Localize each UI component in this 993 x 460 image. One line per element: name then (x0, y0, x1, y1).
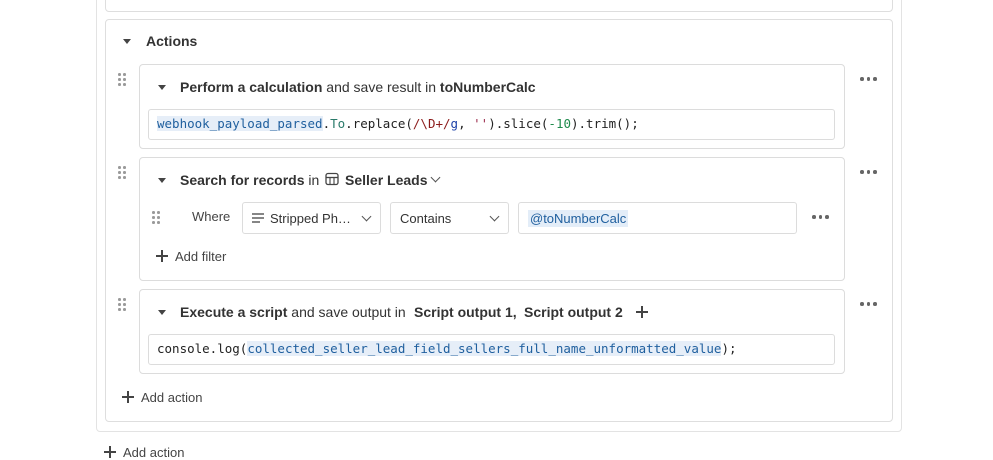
collapse-script-icon[interactable] (158, 310, 166, 315)
script-heading: Execute a script and save output in (180, 304, 406, 320)
code-variable-token: webhook_payload_parsed (157, 116, 323, 131)
filter-field-value: Stripped Ph… (270, 211, 351, 226)
drag-handle-icon[interactable] (118, 298, 128, 312)
script-output-1[interactable]: Script output 1, (414, 304, 517, 320)
filter-field-select[interactable]: Stripped Ph… (242, 202, 381, 234)
calculation-target-variable[interactable]: toNumberCalc (440, 79, 536, 95)
script-output-2[interactable]: Script output 2 (524, 304, 623, 320)
code-call: ); (721, 341, 737, 356)
calculation-code-editor[interactable]: webhook_payload_parsed.To.replace(/\D+/g… (148, 109, 835, 140)
filter-value-variable-token: @toNumberCalc (528, 210, 629, 227)
code-punct: . (322, 116, 331, 131)
code-call: console.log( (157, 341, 248, 356)
code-comma: , (458, 116, 474, 131)
filter-where-label: Where (192, 209, 231, 224)
filter-value-input[interactable]: @toNumberCalc (518, 202, 797, 234)
add-filter-button[interactable]: Add filter (175, 249, 226, 264)
code-variable-token: collected_seller_lead_field_sellers_full… (247, 341, 722, 356)
bottom-add-button[interactable]: Add action (123, 445, 184, 460)
add-output-plus-icon[interactable] (636, 306, 648, 318)
code-call: .replace( (345, 116, 413, 131)
filter-more-icon[interactable] (812, 215, 830, 221)
code-number-token: -10 (548, 116, 571, 131)
search-more-icon[interactable] (860, 170, 878, 176)
script-more-icon[interactable] (860, 302, 878, 308)
actions-section-title: Actions (146, 33, 198, 49)
add-action-button[interactable]: Add action (141, 390, 202, 405)
add-filter-plus-icon[interactable] (156, 250, 168, 262)
calculation-heading-title: Perform a calculation (180, 79, 323, 95)
collapse-search-icon[interactable] (158, 178, 166, 183)
script-heading-title: Execute a script (180, 304, 288, 320)
code-call: ).trim(); (571, 116, 639, 131)
filter-operator-select[interactable]: Contains (390, 202, 509, 234)
field-chevron-down-icon (361, 211, 372, 222)
code-string-token: '' (473, 116, 489, 131)
script-heading-mid: and save output in (291, 304, 406, 320)
code-regex-flag-token: g (450, 116, 459, 131)
code-regex-token: /\D+/ (412, 116, 451, 131)
filter-drag-handle-icon[interactable] (152, 211, 162, 225)
calculation-heading-mid: and save result in (326, 79, 437, 95)
search-heading: Search for records in (180, 172, 319, 188)
search-heading-mid: in (308, 172, 320, 188)
calculation-heading: Perform a calculation and save result in… (180, 79, 536, 95)
collapse-calculation-icon[interactable] (158, 85, 166, 90)
operator-chevron-down-icon (489, 211, 500, 222)
text-field-icon (252, 213, 264, 223)
search-table-selector[interactable]: Seller Leads (345, 172, 428, 188)
script-code-editor[interactable]: console.log(collected_seller_lead_field_… (148, 334, 835, 365)
search-heading-title: Search for records (180, 172, 305, 188)
add-action-plus-icon[interactable] (122, 391, 134, 403)
drag-handle-icon[interactable] (118, 73, 128, 87)
previous-section-card (105, 0, 893, 12)
collapse-actions-icon[interactable] (123, 39, 131, 44)
filter-operator-value: Contains (400, 211, 452, 226)
table-icon (325, 172, 339, 186)
bottom-add-plus-icon[interactable] (104, 446, 116, 458)
drag-handle-icon[interactable] (118, 166, 128, 180)
calculation-more-icon[interactable] (860, 77, 878, 83)
code-call: ).slice( (488, 116, 549, 131)
code-property-token: To (330, 116, 346, 131)
